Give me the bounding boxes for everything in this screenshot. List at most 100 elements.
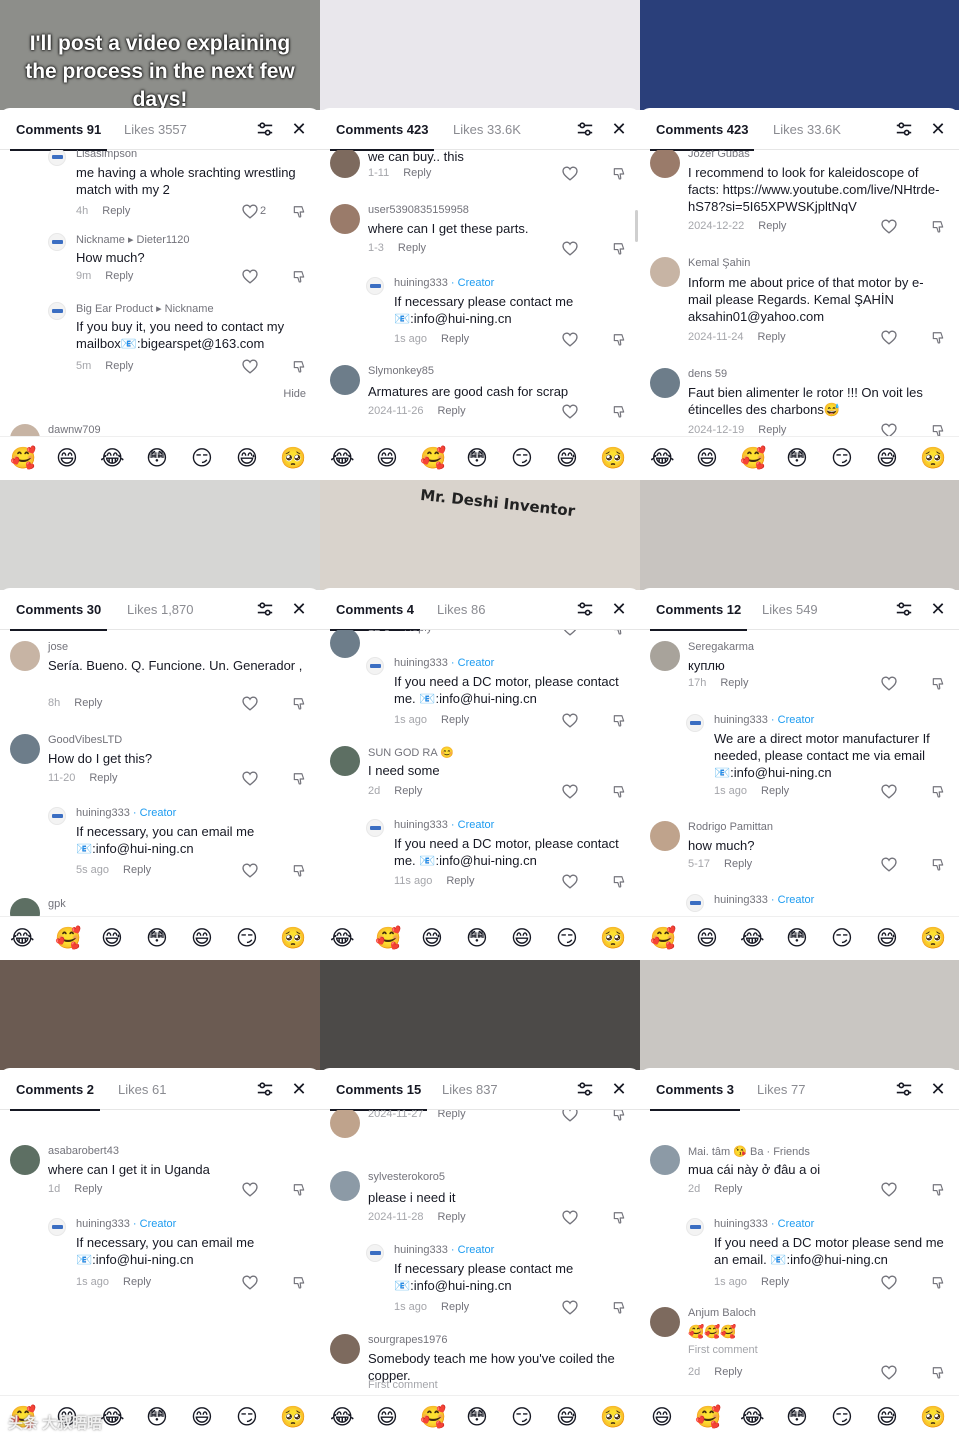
reply-button[interactable]: Reply [446, 875, 474, 887]
tab-comments[interactable]: Comments 423 [649, 122, 756, 151]
reply-button[interactable]: Reply [398, 242, 426, 254]
emoji-reaction[interactable]: 😅 [875, 926, 899, 950]
dislike-icon[interactable] [612, 630, 626, 636]
filter-icon[interactable] [256, 120, 274, 138]
heart-icon[interactable] [881, 857, 897, 872]
reply-button[interactable]: Reply [74, 697, 102, 709]
emoji-reaction[interactable]: 😳 [785, 926, 809, 950]
filter-icon[interactable] [895, 600, 913, 618]
username[interactable]: Big Ear Product ▸ Nickname [76, 302, 214, 315]
username[interactable]: Nickname ▸ Dieter1120 [76, 233, 190, 246]
reply-button[interactable]: Reply [89, 772, 117, 784]
username[interactable]: sylvesterokoro5 [368, 1171, 445, 1183]
avatar[interactable] [650, 1145, 680, 1175]
emoji-reaction[interactable]: 🥰 [420, 446, 446, 470]
tab-comments[interactable]: Comments 12 [649, 602, 748, 631]
tab-comments[interactable]: Comments 15 [329, 1082, 428, 1111]
username[interactable]: huining333 · Creator [394, 1244, 494, 1256]
emoji-reaction[interactable]: 😏 [830, 446, 854, 470]
dislike-icon[interactable] [292, 1183, 306, 1197]
avatar[interactable] [650, 257, 680, 287]
video-preview[interactable] [320, 960, 640, 1070]
dislike-icon[interactable] [292, 1276, 306, 1290]
username[interactable]: SUN GOD RA 😊 [368, 746, 454, 759]
dislike-icon[interactable] [292, 864, 306, 878]
emoji-reaction[interactable]: 🥰 [695, 1405, 721, 1429]
emoji-reaction[interactable]: 😄 [190, 1405, 214, 1429]
emoji-reaction[interactable]: 😏 [235, 926, 259, 950]
username[interactable]: huining333 · Creator [394, 819, 494, 831]
dislike-icon[interactable] [612, 167, 626, 181]
username[interactable]: jose [48, 641, 68, 653]
close-icon[interactable]: ✕ [610, 600, 628, 618]
emoji-reaction[interactable]: 😅 [100, 926, 124, 950]
username[interactable]: Anjum Baloch [688, 1307, 756, 1319]
dislike-icon[interactable] [931, 1183, 945, 1197]
emoji-reaction[interactable]: 😏 [830, 926, 854, 950]
avatar[interactable] [330, 150, 360, 178]
dislike-icon[interactable] [931, 677, 945, 691]
emoji-reaction[interactable]: 🥺 [280, 926, 306, 950]
tab-comments[interactable]: Comments 30 [9, 602, 108, 631]
heart-icon[interactable] [242, 1182, 258, 1197]
dislike-icon[interactable] [292, 205, 306, 219]
emoji-reaction[interactable]: 😄 [510, 926, 534, 950]
dislike-icon[interactable] [612, 333, 626, 347]
reply-button[interactable]: Reply [441, 714, 469, 726]
reply-button[interactable]: Reply [123, 864, 151, 876]
avatar[interactable] [330, 1171, 360, 1201]
tab-comments[interactable]: Comments 2 [9, 1082, 101, 1111]
tab-likes[interactable]: Likes 77 [757, 1082, 805, 1097]
avatar[interactable] [48, 150, 66, 166]
username[interactable]: gpk [48, 898, 66, 910]
emoji-reaction[interactable]: 😄 [375, 1405, 399, 1429]
video-preview[interactable] [0, 960, 320, 1070]
heart-icon[interactable] [562, 332, 578, 347]
dislike-icon[interactable] [612, 1110, 626, 1122]
emoji-reaction[interactable]: 😏 [190, 446, 214, 470]
avatar[interactable] [366, 657, 384, 675]
username[interactable]: huining333 · Creator [76, 807, 176, 819]
tab-comments[interactable]: Comments 91 [9, 122, 108, 151]
avatar[interactable] [686, 894, 704, 912]
avatar[interactable] [686, 714, 704, 732]
reply-button[interactable]: Reply [394, 785, 422, 797]
emoji-reaction[interactable]: 😅 [420, 926, 444, 950]
emoji-reaction[interactable]: 😏 [555, 926, 579, 950]
emoji-reaction[interactable]: 😏 [830, 1405, 854, 1429]
avatar[interactable] [10, 898, 40, 916]
emoji-reaction[interactable]: 😅 [875, 1405, 899, 1429]
reply-button[interactable]: Reply [758, 220, 786, 232]
hide-replies-link[interactable]: Hide [283, 388, 306, 400]
heart-icon[interactable] [562, 874, 578, 889]
avatar[interactable] [48, 233, 66, 251]
close-icon[interactable]: ✕ [290, 600, 308, 618]
video-preview[interactable] [640, 0, 959, 110]
avatar[interactable] [10, 734, 40, 764]
username[interactable]: sourgrapes1976 [368, 1334, 448, 1346]
username[interactable]: huining333 · Creator [714, 894, 814, 906]
emoji-reaction[interactable]: 😂 [740, 1405, 765, 1429]
emoji-reaction[interactable]: 🥺 [600, 446, 626, 470]
username[interactable]: Lisasimpson [76, 150, 137, 160]
avatar[interactable] [650, 368, 680, 398]
emoji-reaction[interactable]: 😂 [650, 446, 675, 470]
heart-icon[interactable] [242, 359, 258, 374]
dislike-icon[interactable] [931, 1276, 945, 1290]
emoji-reaction[interactable]: 😏 [510, 446, 534, 470]
emoji-reaction[interactable]: 🥰 [650, 926, 676, 950]
username[interactable]: huining333 · Creator [714, 1218, 814, 1230]
emoji-reaction[interactable]: 😏 [235, 1405, 259, 1429]
tab-comments[interactable]: Comments 4 [329, 602, 421, 631]
heart-icon[interactable] [881, 1275, 897, 1290]
emoji-reaction[interactable]: 😳 [145, 446, 169, 470]
emoji-reaction[interactable]: 😳 [785, 446, 809, 470]
reply-button[interactable]: Reply [714, 1183, 742, 1195]
avatar[interactable] [330, 746, 360, 776]
heart-icon[interactable] [242, 696, 258, 711]
heart-icon[interactable] [562, 1110, 578, 1122]
avatar[interactable] [330, 204, 360, 234]
heart-icon[interactable] [562, 1210, 578, 1225]
reply-button[interactable]: Reply [437, 405, 465, 417]
avatar[interactable] [366, 819, 384, 837]
